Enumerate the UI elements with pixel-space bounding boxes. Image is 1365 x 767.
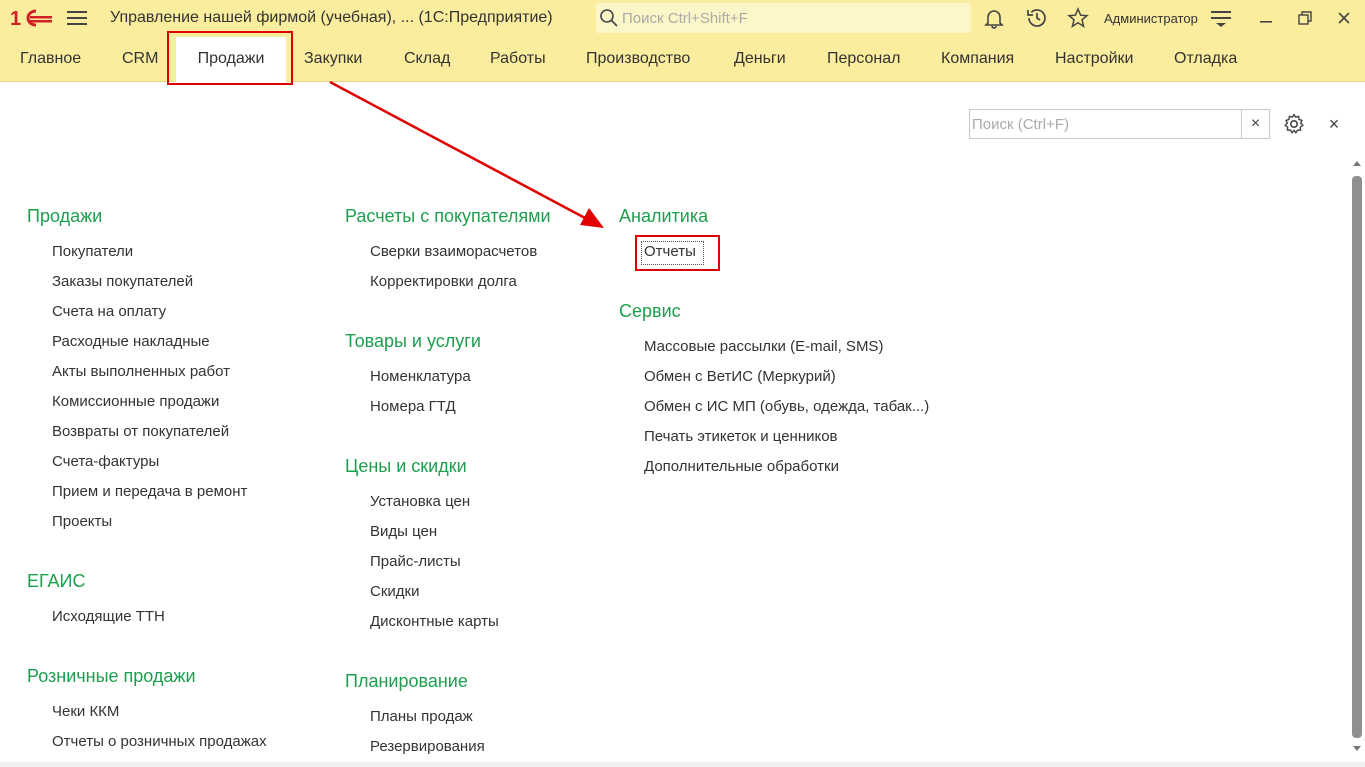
link-mass-mailing[interactable]: Массовые рассылки (E-mail, SMS) bbox=[644, 338, 883, 355]
close-window-icon[interactable] bbox=[1334, 8, 1354, 28]
link-additional-processing[interactable]: Дополнительные обработки bbox=[644, 458, 839, 475]
link-set-prices[interactable]: Установка цен bbox=[370, 493, 470, 510]
link-discounts[interactable]: Скидки bbox=[370, 583, 419, 600]
link-price-types[interactable]: Виды цен bbox=[370, 523, 437, 540]
group-title-analytics: Аналитика bbox=[619, 206, 709, 226]
group-title-prices: Цены и скидки bbox=[345, 456, 467, 476]
minimize-icon[interactable] bbox=[1256, 8, 1276, 28]
close-panel-button[interactable]: × bbox=[1324, 114, 1344, 134]
link-nomenclature[interactable]: Номенклатура bbox=[370, 368, 471, 385]
section-purchases[interactable]: Закупки bbox=[304, 37, 362, 82]
section-company[interactable]: Компания bbox=[941, 37, 1014, 82]
clear-search-button[interactable]: × bbox=[1241, 110, 1269, 138]
section-warehouse[interactable]: Склад bbox=[404, 37, 450, 82]
group-title-retail: Розничные продажи bbox=[27, 666, 196, 686]
history-icon[interactable] bbox=[1025, 6, 1049, 30]
link-tax-invoices[interactable]: Счета-фактуры bbox=[52, 453, 159, 470]
link-reconciliations[interactable]: Сверки взаиморасчетов bbox=[370, 243, 537, 260]
group-title-settlements: Расчеты с покупателями bbox=[345, 206, 551, 226]
section-production[interactable]: Производство bbox=[586, 37, 690, 82]
group-title-egais: ЕГАИС bbox=[27, 571, 86, 591]
link-ismp-exchange[interactable]: Обмен с ИС МП (обувь, одежда, табак...) bbox=[644, 398, 929, 415]
link-repair-transfer[interactable]: Прием и передача в ремонт bbox=[52, 483, 247, 500]
app-title: Управление нашей фирмой (учебная), ... (… bbox=[110, 9, 553, 26]
section-debug[interactable]: Отладка bbox=[1174, 37, 1237, 82]
global-search[interactable] bbox=[596, 3, 971, 33]
link-commission-sales[interactable]: Комиссионные продажи bbox=[52, 393, 219, 410]
bottom-edge bbox=[0, 762, 1365, 767]
link-customer-orders[interactable]: Заказы покупателей bbox=[52, 273, 193, 290]
link-projects[interactable]: Проекты bbox=[52, 513, 112, 530]
link-kkm-receipts[interactable]: Чеки ККМ bbox=[52, 703, 119, 720]
main-menu-icon[interactable] bbox=[66, 9, 88, 27]
link-customer-returns[interactable]: Возвраты от покупателей bbox=[52, 423, 229, 440]
link-customers[interactable]: Покупатели bbox=[52, 243, 133, 260]
link-price-lists[interactable]: Прайс-листы bbox=[370, 553, 461, 570]
link-reservations[interactable]: Резервирования bbox=[370, 738, 485, 755]
group-title-service: Сервис bbox=[619, 301, 681, 321]
section-money[interactable]: Деньги bbox=[734, 37, 786, 82]
link-vetis-exchange[interactable]: Обмен с ВетИС (Меркурий) bbox=[644, 368, 836, 385]
section-personnel[interactable]: Персонал bbox=[827, 37, 900, 82]
link-outgoing-ttn[interactable]: Исходящие ТТН bbox=[52, 608, 165, 625]
1c-logo-icon[interactable]: 1 bbox=[10, 6, 54, 30]
link-retail-reports[interactable]: Отчеты о розничных продажах bbox=[52, 733, 267, 750]
panel-search[interactable]: × bbox=[969, 109, 1270, 139]
svg-text:1: 1 bbox=[10, 8, 21, 30]
link-gtd-numbers[interactable]: Номера ГТД bbox=[370, 398, 456, 415]
restore-icon[interactable] bbox=[1295, 8, 1315, 28]
search-icon bbox=[600, 9, 618, 27]
link-debt-adjustments[interactable]: Корректировки долга bbox=[370, 273, 517, 290]
link-sales-plans[interactable]: Планы продаж bbox=[370, 708, 473, 725]
panel-search-input[interactable] bbox=[972, 113, 1240, 135]
favorites-star-icon[interactable] bbox=[1066, 6, 1090, 30]
sales-tab-highlight bbox=[167, 31, 293, 85]
section-main[interactable]: Главное bbox=[20, 37, 81, 82]
link-work-acts[interactable]: Акты выполненных работ bbox=[52, 363, 230, 380]
section-settings[interactable]: Настройки bbox=[1055, 37, 1133, 82]
group-title-goods: Товары и услуги bbox=[345, 331, 481, 351]
scrollbar-thumb[interactable] bbox=[1352, 176, 1362, 738]
link-reports[interactable]: Отчеты bbox=[644, 243, 696, 260]
settings-menu-icon[interactable] bbox=[1209, 6, 1233, 30]
link-print-labels[interactable]: Печать этикеток и ценников bbox=[644, 428, 838, 445]
scroll-down-icon[interactable] bbox=[1352, 742, 1362, 756]
group-title-sales: Продажи bbox=[27, 206, 103, 226]
scroll-up-icon[interactable] bbox=[1352, 156, 1362, 170]
section-works[interactable]: Работы bbox=[490, 37, 546, 82]
global-search-input[interactable] bbox=[622, 7, 962, 29]
link-sales-invoices[interactable]: Расходные накладные bbox=[52, 333, 210, 350]
current-user[interactable]: Администратор bbox=[1104, 11, 1198, 26]
section-crm[interactable]: CRM bbox=[122, 37, 158, 82]
group-title-planning: Планирование bbox=[345, 671, 468, 691]
link-invoices-for-payment[interactable]: Счета на оплату bbox=[52, 303, 166, 320]
link-discount-cards[interactable]: Дисконтные карты bbox=[370, 613, 499, 630]
notifications-bell-icon[interactable] bbox=[982, 6, 1006, 30]
gear-icon[interactable] bbox=[1282, 112, 1306, 136]
